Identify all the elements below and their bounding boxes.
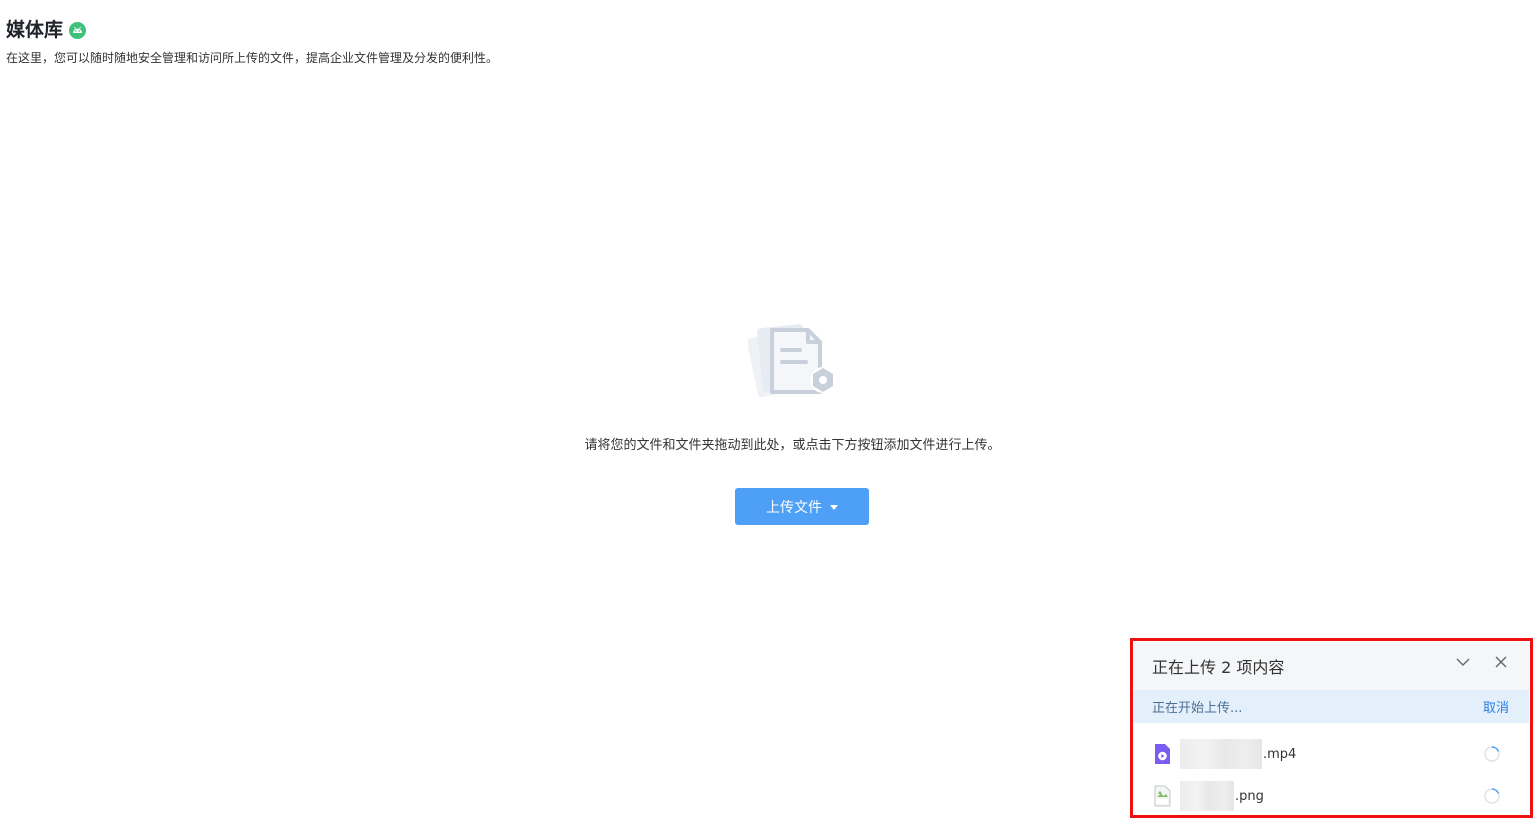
loading-spinner-icon [1484, 746, 1500, 762]
title-row: 媒体库 [6, 16, 498, 44]
file-name-suffix: .png [1235, 788, 1264, 804]
file-name-suffix: .mp4 [1263, 746, 1297, 762]
android-icon [69, 21, 87, 39]
file-name-redacted [1180, 781, 1234, 811]
page-title: 媒体库 [6, 19, 64, 41]
page-subtitle: 在这里，您可以随时随地安全管理和访问所上传的文件，提高企业文件管理及分发的便利性… [6, 51, 499, 65]
empty-state-hint: 请将您的文件和文件夹拖动到此处，或点击下方按钮添加文件进行上传。 [584, 438, 1001, 453]
upload-file-button[interactable]: 上传文件 [735, 488, 869, 525]
close-icon[interactable] [1494, 654, 1508, 668]
upload-file-row: .png [1134, 775, 1529, 817]
upload-panel-title: 正在上传 2 项内容 [1152, 658, 1285, 677]
png-file-icon [1152, 785, 1172, 807]
cancel-upload-button[interactable]: 取消 [1483, 697, 1509, 716]
upload-status-text: 正在开始上传... [1152, 701, 1243, 716]
file-name-redacted [1180, 739, 1262, 769]
video-file-icon [1152, 743, 1172, 765]
page-header: 媒体库 在这里，您可以随时随地安全管理和访问所上传的文件，提高企业文件管理及分发… [6, 16, 498, 67]
loading-spinner-icon [1484, 788, 1500, 804]
upload-status-bar: 正在开始上传... 取消 [1134, 690, 1529, 723]
upload-file-list: .mp4 .png [1134, 723, 1529, 817]
upload-progress-panel: 正在上传 2 项内容 正在开始上传... 取消 .mp4 .png [1134, 642, 1529, 814]
chevron-down-icon[interactable] [1456, 654, 1470, 668]
caret-down-icon [830, 505, 838, 510]
document-settings-icon [746, 320, 840, 404]
upload-file-row: .mp4 [1134, 733, 1529, 775]
upload-button-label: 上传文件 [766, 499, 822, 516]
upload-panel-header: 正在上传 2 项内容 [1134, 642, 1529, 690]
